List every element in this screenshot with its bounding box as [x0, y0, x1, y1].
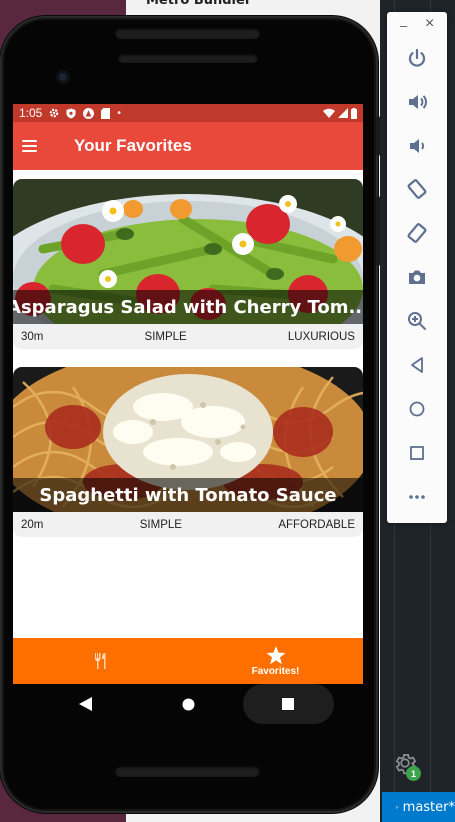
nav-overview-icon[interactable] — [277, 694, 299, 714]
shield-notification-icon — [66, 108, 76, 118]
meal-affordability: AFFORDABLE — [278, 518, 355, 531]
home-icon[interactable] — [402, 394, 432, 424]
metro-bundler-title: Metro Bundler — [146, 0, 252, 8]
meal-affordability: LUXURIOUS — [287, 330, 355, 343]
volume-down-icon[interactable] — [402, 131, 432, 161]
front-camera — [56, 70, 70, 84]
cell-signal-icon — [338, 108, 348, 118]
git-branch-icon — [396, 805, 399, 809]
emulator-toolbar: – × — [387, 12, 447, 523]
page-title: Your Favorites — [74, 136, 192, 155]
meal-card-spaghetti[interactable]: Spaghetti with Tomato Sauce 20m SIMPLE A… — [13, 367, 363, 537]
bottom-speaker — [115, 766, 260, 777]
notification-badge: 1 — [406, 766, 421, 781]
more-notifications-dot: • — [117, 107, 121, 119]
top-speaker — [115, 28, 260, 39]
power-icon[interactable] — [402, 43, 432, 73]
meal-complexity: SIMPLE — [144, 330, 187, 343]
close-button[interactable]: × — [425, 15, 434, 33]
git-branch-status[interactable]: master* — [382, 792, 455, 822]
branch-name: master* — [402, 799, 455, 815]
nav-back-icon[interactable] — [75, 694, 97, 714]
rotate-right-icon[interactable] — [402, 218, 432, 248]
app-screen: 1:05 • Your Favorites Asparagus Salad wi… — [13, 104, 363, 684]
meal-duration: 20m — [21, 518, 44, 531]
sd-card-icon — [101, 107, 111, 119]
side-volume-button[interactable] — [376, 196, 380, 266]
earpiece-grille — [118, 54, 258, 63]
zoom-icon[interactable] — [402, 306, 432, 336]
rotate-left-icon[interactable] — [402, 174, 432, 204]
wifi-icon — [323, 108, 335, 118]
app-header: Your Favorites — [13, 122, 363, 170]
overview-icon[interactable] — [402, 438, 432, 468]
camera-icon[interactable] — [402, 262, 432, 292]
bottom-tab-bar: Favorites! — [13, 638, 363, 684]
battery-icon — [351, 107, 357, 119]
menu-icon[interactable] — [22, 140, 37, 152]
manage-gear-icon[interactable]: 1 — [392, 750, 422, 781]
tab-meals[interactable] — [13, 638, 188, 684]
minimize-button[interactable]: – — [400, 18, 407, 33]
meal-card-asparagus-salad[interactable]: Asparagus Salad with Cherry Tom... 30m S… — [13, 179, 363, 349]
meal-details-row: 20m SIMPLE AFFORDABLE — [13, 512, 363, 537]
meal-title: Asparagus Salad with Cherry Tom... — [13, 290, 363, 324]
meal-details-row: 30m SIMPLE LUXURIOUS — [13, 324, 363, 349]
android-status-bar: 1:05 • — [13, 104, 363, 122]
meal-complexity: SIMPLE — [139, 518, 182, 531]
utensils-icon — [94, 652, 105, 669]
meal-title: Spaghetti with Tomato Sauce — [13, 478, 363, 512]
status-time: 1:05 — [19, 106, 43, 120]
side-power-button[interactable] — [376, 116, 380, 156]
tab-favorites[interactable]: Favorites! — [188, 638, 363, 684]
nav-home-icon[interactable] — [177, 694, 199, 714]
tab-label: Favorites! — [251, 665, 300, 677]
app-notification-icon — [83, 107, 95, 119]
meal-duration: 30m — [21, 330, 44, 343]
settings-notification-icon — [50, 108, 59, 118]
android-nav-bar — [13, 684, 363, 726]
back-icon[interactable] — [402, 350, 432, 380]
volume-up-icon[interactable] — [402, 87, 432, 117]
more-icon[interactable] — [402, 482, 432, 512]
star-icon — [266, 645, 285, 664]
